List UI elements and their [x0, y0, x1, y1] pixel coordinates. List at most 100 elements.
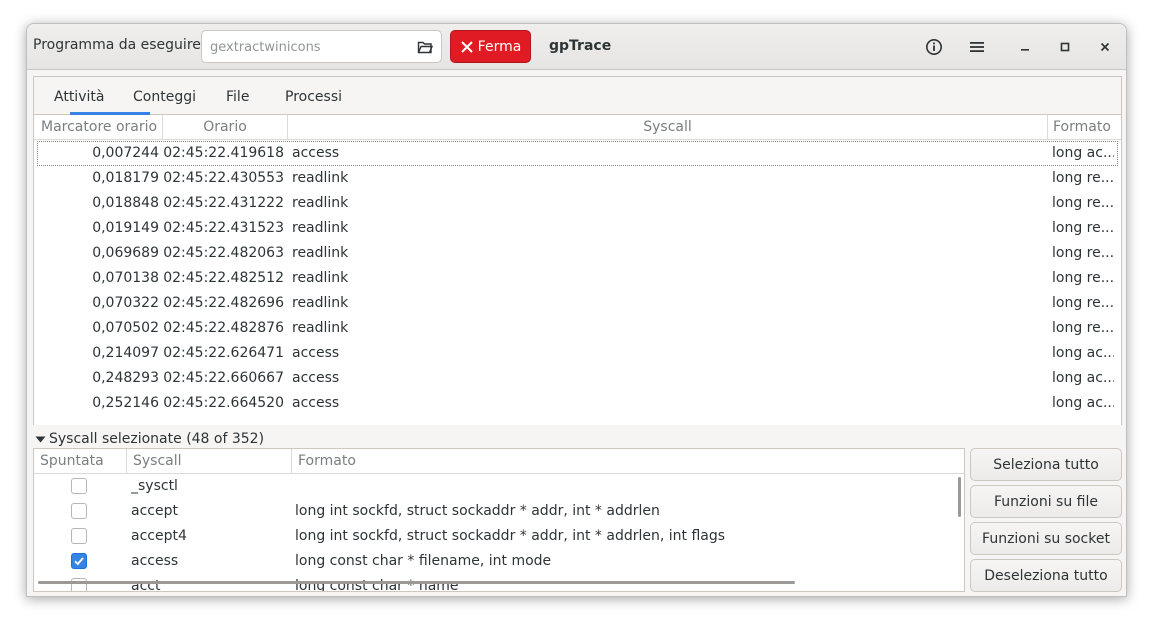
minimize-icon[interactable] — [1015, 37, 1035, 57]
checkmark-icon — [74, 557, 84, 566]
checkbox[interactable] — [71, 478, 87, 494]
table-row[interactable]: 0,070138 02:45:22.482512 readlink long re..… — [34, 266, 1121, 291]
list-item[interactable]: access long const char * filename, int mo… — [34, 549, 964, 574]
table-row[interactable]: 0,248293 02:45:22.660667 access long ac... — [34, 366, 1121, 391]
syscall-cell: access — [292, 395, 340, 411]
column-orario[interactable]: Orario — [163, 115, 288, 140]
syscall-cell: readlink — [292, 220, 349, 236]
table-row[interactable]: 0,070322 02:45:22.482696 readlink long re..… — [34, 291, 1121, 316]
format-cell: long re... — [1052, 220, 1114, 236]
main-window: Programma da eseguire: Ferma gpTrace — [26, 23, 1127, 597]
table-row[interactable]: 0,007244 02:45:22.419618 access long ac... — [37, 141, 1118, 166]
syscall-list[interactable]: Spuntata Syscall Formato _sysctlaccept lo… — [33, 448, 965, 592]
table-row[interactable]: 0,214097 02:45:22.626471 access long ac... — [34, 341, 1121, 366]
format-cell: long ac... — [1052, 145, 1114, 161]
table-row[interactable]: 0,069689 02:45:22.482063 readlink long re..… — [34, 241, 1121, 266]
time-cell: 02:45:22.482063 — [163, 245, 284, 261]
table-row[interactable]: 0,019149 02:45:22.431523 readlink long re..… — [34, 216, 1121, 241]
list-item[interactable]: accept long int sockfd, struct sockaddr *… — [34, 499, 964, 524]
table-row[interactable]: 0,070502 02:45:22.482876 readlink long re..… — [34, 316, 1121, 341]
format-cell: long int sockfd, struct sockaddr * addr,… — [295, 503, 660, 519]
table-row[interactable]: 0,018848 02:45:22.431222 readlink long re..… — [34, 191, 1121, 216]
format-cell: long re... — [1052, 195, 1114, 211]
syscall-cell: access — [292, 145, 340, 161]
marker-cell: 0,019149 — [92, 220, 159, 236]
tab-processi[interactable]: Processi — [285, 89, 342, 105]
header-bar: Programma da eseguire: Ferma gpTrace — [27, 24, 1126, 70]
format-cell: long int sockfd, struct sockaddr * addr,… — [295, 528, 726, 544]
marker-cell: 0,248293 — [92, 370, 159, 386]
column-format[interactable]: Formato — [292, 449, 964, 474]
list-item[interactable]: accept4 long int sockfd, struct sockaddr … — [34, 524, 964, 549]
tab-attivita[interactable]: Attività — [54, 89, 104, 105]
column-syscall[interactable]: Syscall — [288, 115, 1048, 140]
list-item[interactable]: _sysctl — [34, 474, 964, 499]
info-icon[interactable] — [924, 37, 944, 57]
time-cell: 02:45:22.664520 — [163, 395, 284, 411]
file-functions-button[interactable]: Funzioni su file — [970, 485, 1122, 518]
folder-open-icon[interactable] — [417, 39, 434, 55]
time-cell: 02:45:22.626471 — [163, 345, 284, 361]
syscall-list-header: Spuntata Syscall Formato — [34, 449, 964, 474]
time-cell: 02:45:22.431523 — [163, 220, 284, 236]
marker-cell: 0,069689 — [92, 245, 159, 261]
checkbox[interactable] — [71, 503, 87, 519]
marker-cell: 0,018848 — [92, 195, 159, 211]
column-syscall-name[interactable]: Syscall — [127, 449, 292, 474]
syscall-cell: readlink — [292, 295, 349, 311]
close-icon[interactable] — [1095, 37, 1115, 57]
time-cell: 02:45:22.660667 — [163, 370, 284, 386]
expander-arrow-icon — [35, 436, 46, 442]
syscall-cell: access — [292, 370, 340, 386]
tab-file[interactable]: File — [226, 89, 249, 105]
syscall-cell: access — [292, 345, 340, 361]
marker-cell: 0,070502 — [92, 320, 159, 336]
activity-table[interactable]: Marcatore orario Orario Syscall Formato … — [34, 115, 1121, 425]
marker-cell: 0,070322 — [92, 295, 159, 311]
stop-button-label: Ferma — [477, 38, 522, 55]
syscall-name-cell: access — [131, 553, 179, 569]
marker-cell: 0,070138 — [92, 270, 159, 286]
select-all-button[interactable]: Seleziona tutto — [970, 448, 1122, 481]
horizontal-scrollbar[interactable] — [38, 581, 795, 584]
marker-cell: 0,007244 — [92, 145, 159, 161]
tab-bar: Attività Conteggi File Processi — [34, 77, 1121, 115]
time-cell: 02:45:22.482512 — [163, 270, 284, 286]
stop-x-icon — [460, 40, 473, 53]
syscall-name-cell: accept — [131, 503, 178, 519]
marker-cell: 0,018179 — [92, 170, 159, 186]
time-cell: 02:45:22.482696 — [163, 295, 284, 311]
stop-button[interactable]: Ferma — [450, 30, 531, 63]
column-spuntata[interactable]: Spuntata — [34, 449, 127, 474]
tab-conteggi[interactable]: Conteggi — [133, 89, 196, 105]
syscall-name-cell: _sysctl — [131, 478, 178, 494]
syscall-cell: readlink — [292, 195, 349, 211]
vertical-scrollbar[interactable] — [958, 477, 961, 517]
deselect-all-button[interactable]: Deseleziona tutto — [970, 559, 1122, 592]
syscall-cell: readlink — [292, 170, 349, 186]
column-marcatore[interactable]: Marcatore orario — [34, 115, 163, 140]
column-formato[interactable]: Formato — [1048, 115, 1121, 140]
table-row[interactable]: 0,018179 02:45:22.430553 readlink long re..… — [34, 166, 1121, 191]
activity-table-header: Marcatore orario Orario Syscall Formato — [34, 115, 1121, 140]
socket-functions-button[interactable]: Funzioni su socket — [970, 522, 1122, 555]
time-cell: 02:45:22.430553 — [163, 170, 284, 186]
menu-icon[interactable] — [967, 37, 987, 57]
table-row[interactable]: 0,252146 02:45:22.664520 access long ac... — [34, 391, 1121, 416]
format-cell: long re... — [1052, 320, 1114, 336]
marker-cell: 0,252146 — [92, 395, 159, 411]
format-cell: long ac... — [1052, 395, 1114, 411]
maximize-icon[interactable] — [1055, 37, 1075, 57]
syscall-name-cell: accept4 — [131, 528, 187, 544]
syscall-cell: readlink — [292, 320, 349, 336]
expander-label: Syscall selezionate (48 of 352) — [49, 431, 265, 447]
program-input[interactable] — [210, 37, 410, 57]
marker-cell: 0,214097 — [92, 345, 159, 361]
format-cell: long re... — [1052, 270, 1114, 286]
program-entry[interactable] — [201, 30, 442, 63]
checkbox[interactable] — [71, 528, 87, 544]
checkbox[interactable] — [71, 553, 87, 569]
format-cell: long re... — [1052, 295, 1114, 311]
syscall-cell: readlink — [292, 245, 349, 261]
selected-syscalls-expander[interactable]: Syscall selezionate (48 of 352) — [35, 431, 264, 447]
